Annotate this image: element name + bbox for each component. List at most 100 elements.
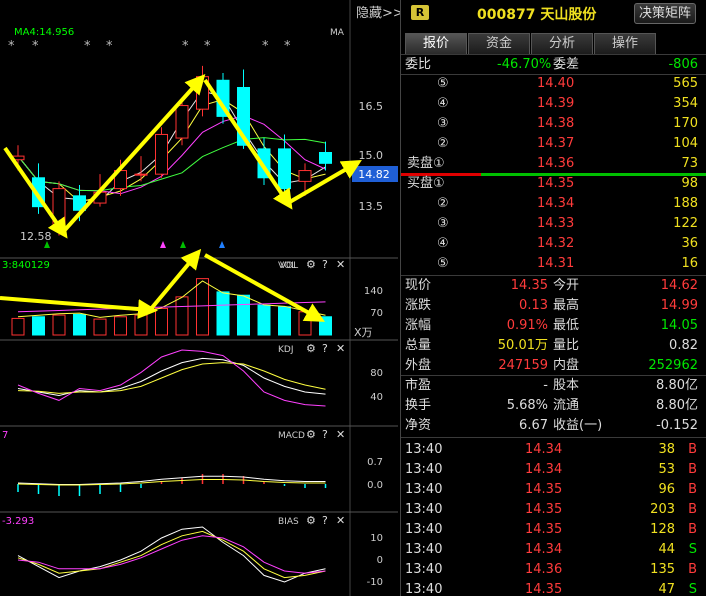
quote-value: 14.99 <box>660 298 698 313</box>
tick-side: B <box>688 482 697 497</box>
quote-row: 涨跌 0.13 最高 14.99 <box>401 296 706 316</box>
tick-side: S <box>688 582 697 596</box>
tick-volume: 38 <box>658 442 675 457</box>
volume-bar <box>11 317 25 336</box>
fundamental-row: 净资 6.67 收益(一) -0.152 <box>401 416 706 436</box>
tick-row: 13:40 14.34 53 B <box>401 460 706 480</box>
ask-level-label: ④ <box>437 96 449 111</box>
ask-row[interactable]: 卖盘① 14.36 73 <box>401 154 706 174</box>
bid-volume: 36 <box>681 236 698 251</box>
fund-value: 6.67 <box>519 418 548 433</box>
signal-marker <box>219 241 225 248</box>
bid-row[interactable]: ④ 14.32 36 <box>401 234 706 254</box>
fund-label: 流通 <box>553 398 580 413</box>
tick-time: 13:40 <box>405 502 443 517</box>
tick-volume: 53 <box>658 462 675 477</box>
star-marker: * <box>84 39 91 54</box>
tick-row: 13:40 14.35 128 B <box>401 520 706 540</box>
tick-row: 13:40 14.34 44 S <box>401 540 706 560</box>
ask-price: 14.36 <box>537 156 575 171</box>
tab-analysis[interactable]: 分析 <box>531 33 593 54</box>
tick-side: B <box>688 442 697 457</box>
fund-label: 市盈 <box>405 378 432 393</box>
volume-bar <box>319 316 332 336</box>
weidiff-value: -806 <box>668 57 698 72</box>
candle-body <box>278 148 291 190</box>
ask-volume: 104 <box>673 136 698 151</box>
vol-unit: X万 <box>354 326 373 339</box>
bid-row[interactable]: ③ 14.33 122 <box>401 214 706 234</box>
kline-chart[interactable]: MA4:14.956 MA * * * * * * * * 16.5 15.0 13.5 14.82 12.… <box>0 0 398 596</box>
volume-bar <box>257 304 271 336</box>
ask-price: 14.39 <box>537 96 575 111</box>
hide-toggle-button[interactable]: 隐藏>> <box>356 2 404 21</box>
fundamental-row: 换手 5.68% 流通 8.80亿 <box>401 396 706 416</box>
vol-tick: 70 <box>370 308 383 319</box>
tick-time: 13:40 <box>405 562 443 577</box>
tick-time: 13:40 <box>405 522 443 537</box>
tick-side: S <box>688 542 697 557</box>
help-icon[interactable]: ? <box>322 342 328 355</box>
vol-label: 3:840129 <box>2 260 50 271</box>
tab-operation[interactable]: 操作 <box>594 33 656 54</box>
tick-row: 13:40 14.36 135 B <box>401 560 706 580</box>
quote-value: 0.82 <box>669 338 698 353</box>
star-marker: * <box>182 39 189 54</box>
macd-dif-line <box>17 475 326 485</box>
volume-bar <box>216 291 230 336</box>
quote-row: 外盘 247159 内盘 252962 <box>401 356 706 376</box>
quote-label: 外盘 <box>405 358 432 373</box>
kline-chart-area[interactable]: MA4:14.956 MA * * * * * * * * 16.5 15.0 13.5 14.82 12.… <box>0 0 398 596</box>
fund-value: 8.80亿 <box>656 398 698 413</box>
quote-panel: R 000877 天山股份 决策矩阵 报价 资金 分析 操作 委比 -46.70… <box>400 0 706 596</box>
quote-value: 14.35 <box>510 278 548 293</box>
tick-row: 13:40 14.35 47 S <box>401 580 706 596</box>
gear-icon[interactable]: ⚙ <box>306 342 316 355</box>
bid-volume: 122 <box>673 216 698 231</box>
close-icon[interactable]: ✕ <box>336 514 345 527</box>
ask-row[interactable]: ② 14.37 104 <box>401 134 706 154</box>
tick-volume: 135 <box>650 562 675 577</box>
ask-row[interactable]: ④ 14.39 354 <box>401 94 706 114</box>
tab-quote[interactable]: 报价 <box>405 33 467 54</box>
tick-time: 13:40 <box>405 442 443 457</box>
close-icon[interactable]: ✕ <box>336 428 345 441</box>
r-badge[interactable]: R <box>411 5 429 20</box>
bid-row[interactable]: ② 14.34 188 <box>401 194 706 214</box>
quote-row: 总量 50.01万 量比 0.82 <box>401 336 706 356</box>
ask-row[interactable]: ③ 14.38 170 <box>401 114 706 134</box>
quote-row: 涨幅 0.91% 最低 14.05 <box>401 316 706 336</box>
help-icon[interactable]: ? <box>322 514 328 527</box>
tick-side: B <box>688 502 697 517</box>
bias-line <box>17 530 326 579</box>
help-icon[interactable]: ? <box>322 428 328 441</box>
fundamental-row: 市盈 - 股本 8.80亿 <box>401 376 706 396</box>
close-icon[interactable]: ✕ <box>336 342 345 355</box>
bid-volume: 188 <box>673 196 698 211</box>
kdj-line <box>17 349 326 407</box>
quote-label: 最高 <box>553 298 580 313</box>
ask-row[interactable]: ⑤ 14.40 565 <box>401 74 706 94</box>
quote-label: 总量 <box>405 338 432 353</box>
ask-price: 14.40 <box>537 76 575 91</box>
decision-matrix-button[interactable]: 决策矩阵 <box>634 3 696 24</box>
gear-icon[interactable]: ⚙ <box>306 514 316 527</box>
quote-label: 今开 <box>553 278 580 293</box>
bid-row[interactable]: ⑤ 14.31 16 <box>401 254 706 274</box>
ask-volume: 73 <box>681 156 698 171</box>
tick-time: 13:40 <box>405 582 443 596</box>
gear-icon[interactable]: ⚙ <box>306 258 316 271</box>
gear-icon[interactable]: ⚙ <box>306 428 316 441</box>
bid-row[interactable]: 买盘① 14.35 98 <box>401 174 706 194</box>
tab-funds[interactable]: 资金 <box>468 33 530 54</box>
quote-value: 247159 <box>498 358 548 373</box>
tick-row: 13:40 14.35 203 B <box>401 500 706 520</box>
star-marker: * <box>8 39 15 54</box>
candle-body <box>134 173 148 176</box>
quote-label: 量比 <box>553 338 580 353</box>
volume-bar <box>32 316 45 336</box>
help-icon[interactable]: ? <box>322 258 328 271</box>
close-icon[interactable]: ✕ <box>336 258 345 271</box>
tick-price: 14.34 <box>525 442 563 457</box>
ask-level-label: ⑤ <box>437 76 449 91</box>
